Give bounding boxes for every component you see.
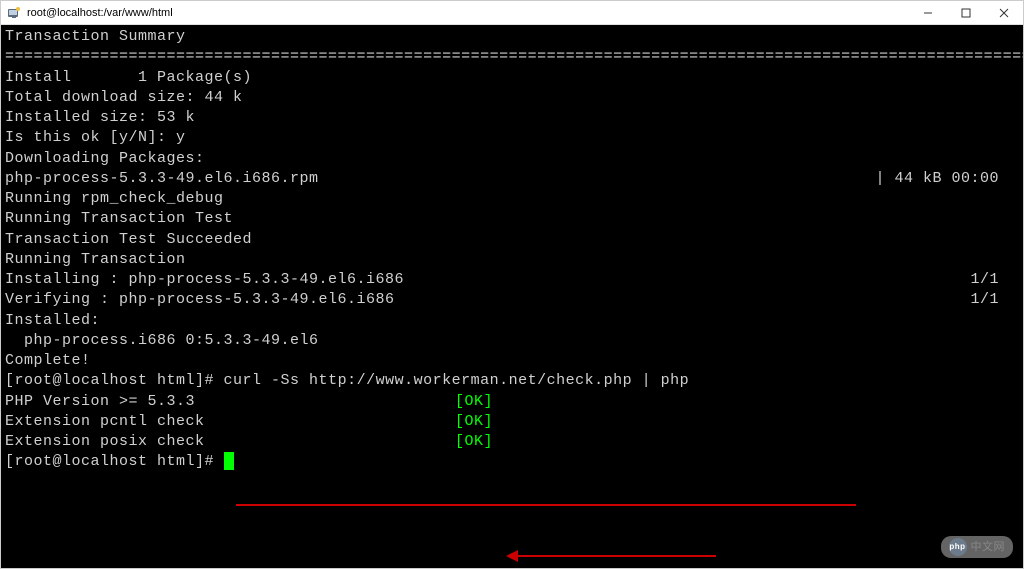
rpm-check-line: Running rpm_check_debug: [5, 189, 1019, 209]
installed-heading: Installed:: [5, 311, 1019, 331]
red-underline-annotation: [236, 504, 856, 506]
transaction-test-line: Running Transaction Test: [5, 209, 1019, 229]
posix-label: Extension posix check: [5, 432, 455, 452]
verifying-line: Verifying : php-process-5.3.3-49.el6.i68…: [5, 290, 1019, 310]
complete-line: Complete!: [5, 351, 1019, 371]
downloading-line: Downloading Packages:: [5, 149, 1019, 169]
ok-status: [OK]: [455, 412, 493, 432]
verifying-progress: 1/1: [970, 290, 1019, 310]
window-controls: [909, 1, 1023, 24]
terminal-cursor: [224, 452, 234, 470]
confirm-prompt-line: Is this ok [y/N]: y: [5, 128, 1019, 148]
download-size-line: Total download size: 44 k: [5, 88, 1019, 108]
curl-command: curl -Ss http://www.workerman.net/check.…: [224, 372, 690, 389]
installed-size-line: Installed size: 53 k: [5, 108, 1019, 128]
red-arrow-annotation: [516, 555, 716, 557]
command-line: [root@localhost html]# curl -Ss http://w…: [5, 371, 1019, 391]
putty-icon: [7, 6, 21, 20]
watermark-text: 中文网: [971, 540, 1006, 555]
shell-prompt: [root@localhost html]#: [5, 453, 224, 470]
final-prompt-line: [root@localhost html]#: [5, 452, 1019, 472]
installing-line: Installing : php-process-5.3.3-49.el6.i6…: [5, 270, 1019, 290]
ok-status: [OK]: [455, 392, 493, 412]
verifying-package: Verifying : php-process-5.3.3-49.el6.i68…: [5, 290, 395, 310]
window-title: root@localhost:/var/www/html: [27, 7, 909, 19]
titlebar[interactable]: root@localhost:/var/www/html: [1, 1, 1023, 25]
posix-check-line: Extension posix check [OK]: [5, 432, 1019, 452]
php-version-label: PHP Version >= 5.3.3: [5, 392, 455, 412]
php-logo-icon: php: [949, 538, 967, 556]
ok-status: [OK]: [455, 432, 493, 452]
transaction-summary-heading: Transaction Summary: [5, 27, 1019, 47]
pcntl-label: Extension pcntl check: [5, 412, 455, 432]
install-count-line: Install 1 Package(s): [5, 68, 1019, 88]
php-version-check-line: PHP Version >= 5.3.3 [OK]: [5, 392, 1019, 412]
rpm-download-line: php-process-5.3.3-49.el6.i686.rpm | 44 k…: [5, 169, 1019, 189]
test-succeeded-line: Transaction Test Succeeded: [5, 230, 1019, 250]
installing-package: Installing : php-process-5.3.3-49.el6.i6…: [5, 270, 404, 290]
rpm-progress: | 44 kB 00:00: [875, 169, 1019, 189]
pcntl-check-line: Extension pcntl check [OK]: [5, 412, 1019, 432]
terminal-window: root@localhost:/var/www/html Transaction…: [0, 0, 1024, 569]
separator-line: ========================================…: [5, 47, 1019, 67]
running-transaction-line: Running Transaction: [5, 250, 1019, 270]
maximize-button[interactable]: [947, 1, 985, 24]
rpm-filename: php-process-5.3.3-49.el6.i686.rpm: [5, 169, 319, 189]
installed-package-line: php-process.i686 0:5.3.3-49.el6: [5, 331, 1019, 351]
close-button[interactable]: [985, 1, 1023, 24]
watermark: php 中文网: [941, 536, 1014, 558]
minimize-button[interactable]: [909, 1, 947, 24]
installing-progress: 1/1: [970, 270, 1019, 290]
terminal-output[interactable]: Transaction Summary ====================…: [1, 25, 1023, 568]
shell-prompt: [root@localhost html]#: [5, 372, 224, 389]
